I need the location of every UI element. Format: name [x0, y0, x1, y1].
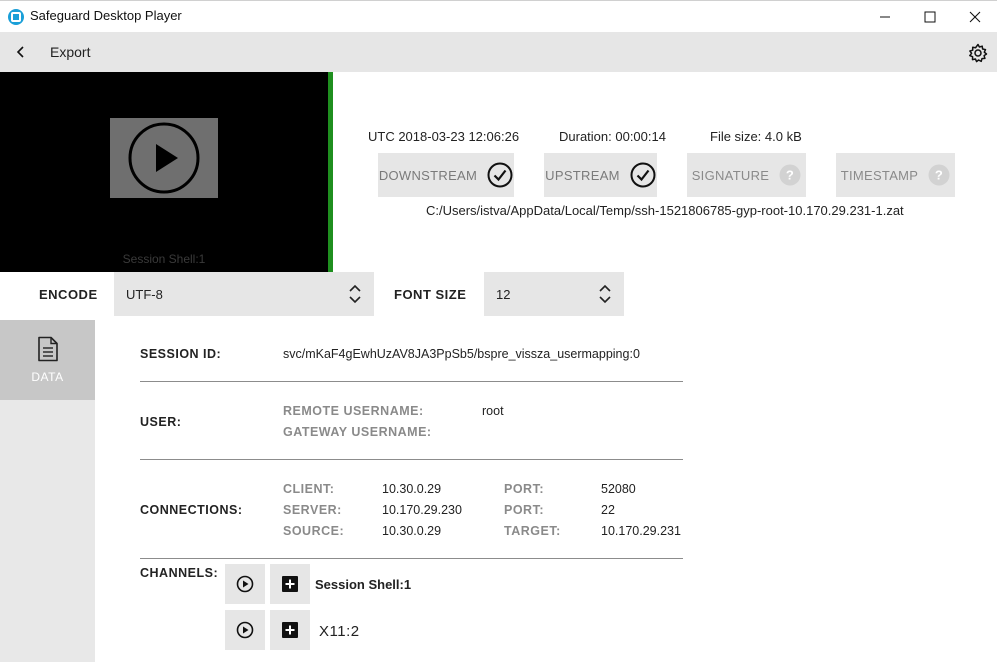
file-path: C:/Users/istva/AppData/Local/Temp/ssh-15… — [426, 203, 904, 218]
downstream-button[interactable]: DOWNSTREAM — [378, 153, 514, 197]
channel-add-button[interactable] — [270, 564, 310, 604]
toolbar: Export — [0, 32, 997, 72]
upstream-label: UPSTREAM — [545, 167, 620, 183]
target-value: 10.170.29.231 — [601, 524, 681, 538]
updown-chevron-icon — [599, 284, 611, 304]
play-button[interactable] — [110, 118, 218, 198]
question-circle-icon: ? — [779, 164, 801, 186]
question-circle-icon: ? — [928, 164, 950, 186]
session-id-value: svc/mKaF4gEwhUzAV8JA3PpSb5/bspre_vissza_… — [283, 347, 640, 361]
port-label: PORT: — [504, 503, 544, 517]
encode-value: UTF-8 — [126, 286, 163, 302]
channel-play-button[interactable] — [225, 610, 265, 650]
player-caption: Session Shell:1 — [122, 252, 206, 266]
plus-square-icon — [282, 576, 298, 592]
close-icon — [969, 11, 981, 22]
channel-name: X11:2 — [319, 623, 360, 640]
app-logo-icon — [8, 9, 24, 25]
signature-label: SIGNATURE — [691, 167, 770, 183]
chevron-left-icon — [16, 46, 24, 58]
remote-username-value: root — [482, 404, 504, 418]
svg-text:?: ? — [786, 168, 794, 183]
divider — [140, 381, 683, 382]
connections-label: CONNECTIONS: — [140, 503, 243, 517]
duration: Duration: 00:00:14 — [559, 129, 666, 144]
svg-text:?: ? — [935, 168, 943, 183]
sidebar-item-label: DATA — [31, 370, 64, 384]
server-value: 10.170.29.230 — [382, 503, 462, 517]
minimize-button[interactable] — [862, 1, 908, 32]
close-button[interactable] — [952, 1, 997, 32]
maximize-icon — [924, 11, 936, 22]
updown-chevron-icon — [349, 284, 361, 304]
channels-label: CHANNELS: — [140, 566, 219, 580]
client-label: CLIENT: — [283, 482, 335, 496]
settings-button[interactable] — [966, 41, 990, 65]
font-size-value: 12 — [496, 286, 511, 302]
back-button[interactable] — [8, 32, 32, 72]
channel-name: Session Shell:1 — [315, 577, 412, 592]
server-label: SERVER: — [283, 503, 342, 517]
signature-button[interactable]: SIGNATURE ? — [687, 153, 806, 197]
title-bar: Safeguard Desktop Player — [0, 1, 997, 32]
player-progress-bar — [328, 72, 333, 272]
play-circle-icon — [236, 621, 254, 639]
port-value: 52080 — [601, 482, 636, 496]
gateway-username-label: GATEWAY USERNAME: — [283, 425, 432, 439]
check-circle-icon — [630, 162, 656, 188]
divider — [140, 459, 683, 460]
target-label: TARGET: — [504, 524, 561, 538]
document-icon — [37, 336, 58, 362]
user-label: USER: — [140, 415, 182, 429]
upstream-button[interactable]: UPSTREAM — [544, 153, 657, 197]
video-player[interactable]: Session Shell:1 — [0, 72, 328, 272]
downstream-label: DOWNSTREAM — [378, 167, 478, 183]
source-label: SOURCE: — [283, 524, 345, 538]
file-size: File size: 4.0 kB — [710, 129, 802, 144]
timestamp-button[interactable]: TIMESTAMP ? — [836, 153, 955, 197]
timestamp-label: TIMESTAMP — [840, 167, 919, 183]
app-window: Safeguard Desktop Player Export Session … — [0, 0, 997, 662]
minimize-icon — [880, 16, 890, 17]
font-size-label: FONT SIZE — [394, 287, 467, 302]
plus-square-icon — [282, 622, 298, 638]
client-value: 10.30.0.29 — [382, 482, 442, 496]
remote-username-label: REMOTE USERNAME: — [283, 404, 424, 418]
play-circle-icon — [236, 575, 254, 593]
maximize-button[interactable] — [907, 1, 953, 32]
gear-icon — [969, 43, 988, 63]
utc-time: UTC 2018-03-23 12:06:26 — [368, 129, 520, 144]
channel-play-button[interactable] — [225, 564, 265, 604]
port-label: PORT: — [504, 482, 544, 496]
channel-add-button[interactable] — [270, 610, 310, 650]
check-circle-icon — [487, 162, 513, 188]
encode-label: ENCODE — [39, 287, 98, 302]
port-value: 22 — [601, 503, 615, 517]
sidebar-item-data[interactable]: DATA — [0, 320, 95, 400]
play-circle-icon — [128, 122, 200, 194]
session-id-label: SESSION ID: — [140, 347, 222, 361]
toolbar-title: Export — [50, 44, 91, 60]
window-title: Safeguard Desktop Player — [30, 8, 182, 23]
font-size-select[interactable]: 12 — [484, 272, 624, 316]
divider — [140, 558, 683, 559]
encode-select[interactable]: UTF-8 — [114, 272, 374, 316]
source-value: 10.30.0.29 — [382, 524, 442, 538]
